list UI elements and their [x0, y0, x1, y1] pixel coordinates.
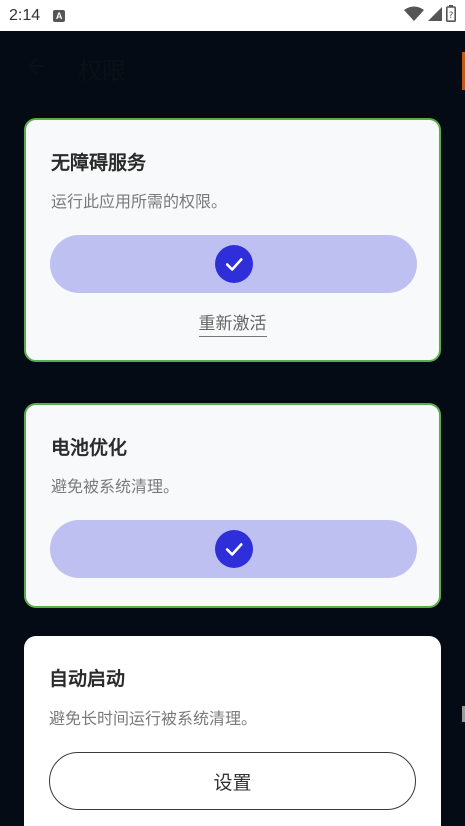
battery-icon: ?	[446, 5, 456, 26]
check-icon	[214, 530, 253, 568]
arrow-back-icon	[24, 54, 48, 82]
signal-icon	[427, 6, 443, 26]
card-description: 运行此应用所需的权限。	[51, 192, 228, 211]
notification-badge: A	[53, 9, 66, 22]
permission-card-autostart: 自动启动 避免长时间运行被系统清理。 设置	[24, 636, 441, 826]
reactivate-link-label: 重新激活	[198, 314, 267, 337]
reactivate-link[interactable]: 重新激活	[26, 309, 439, 337]
svg-text:?: ?	[449, 11, 454, 21]
settings-button-label: 设置	[213, 771, 252, 794]
permission-card-accessibility: 无障碍服务 运行此应用所需的权限。 重新激活	[24, 118, 441, 362]
card-title: 电池优化	[51, 437, 128, 459]
card-description: 避免长时间运行被系统清理。	[49, 709, 258, 728]
status-time: 2:14	[9, 6, 41, 24]
granted-status-button[interactable]	[50, 520, 417, 578]
wifi-icon	[404, 6, 424, 26]
granted-status-button[interactable]	[50, 235, 417, 293]
check-icon	[214, 245, 253, 283]
card-title: 自动启动	[49, 668, 126, 690]
app-bar: 权限	[0, 31, 465, 105]
status-bar: 2:14 A ?	[0, 0, 465, 31]
settings-button[interactable]: 设置	[49, 752, 416, 810]
status-icons: ?	[404, 5, 456, 26]
back-button[interactable]	[12, 44, 60, 92]
card-title: 无障碍服务	[51, 152, 147, 174]
permission-card-battery: 电池优化 避免被系统清理。	[24, 403, 441, 608]
page-title: 权限	[78, 56, 126, 85]
card-description: 避免被系统清理。	[51, 477, 180, 496]
